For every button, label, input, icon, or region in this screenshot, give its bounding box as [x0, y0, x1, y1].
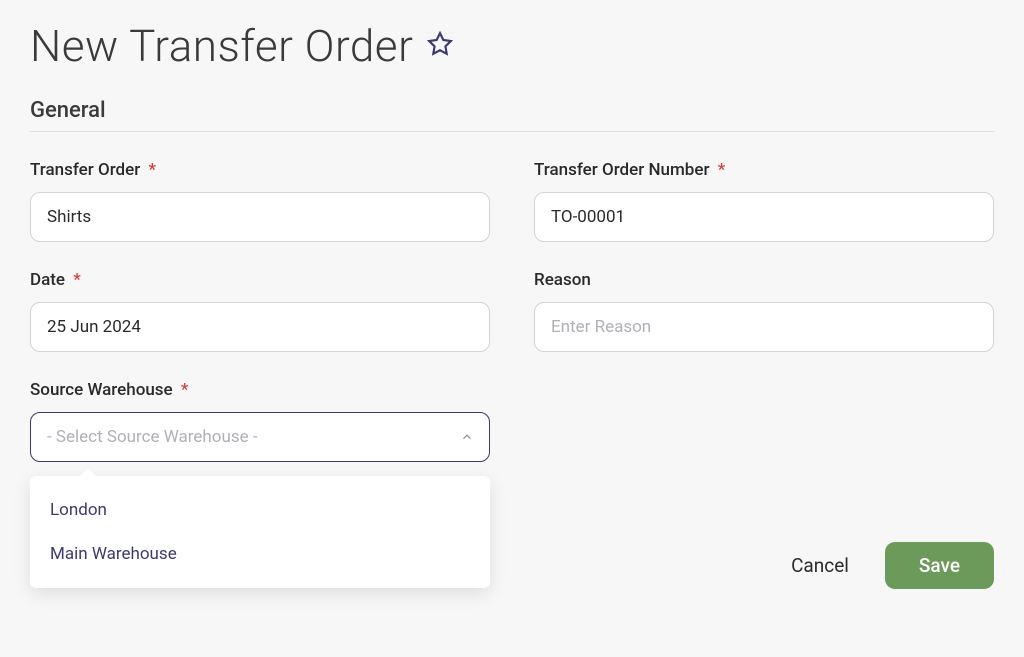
source-warehouse-select[interactable]: - Select Source Warehouse - — [30, 412, 490, 462]
reason-label-text: Reason — [534, 270, 591, 290]
required-marker: * — [181, 380, 189, 400]
source-warehouse-label-text: Source Warehouse — [30, 380, 173, 400]
favorite-star-icon[interactable] — [427, 31, 453, 61]
cancel-button[interactable]: Cancel — [783, 544, 857, 587]
section-general-title: General — [30, 98, 994, 123]
transfer-order-number-label: Transfer Order Number * — [534, 160, 994, 180]
transfer-order-label: Transfer Order * — [30, 160, 490, 180]
dropdown-option-london[interactable]: London — [30, 488, 490, 532]
dropdown-option-main-warehouse[interactable]: Main Warehouse — [30, 532, 490, 576]
date-label: Date * — [30, 270, 490, 290]
reason-label: Reason — [534, 270, 994, 290]
dropdown-arrow — [80, 468, 96, 476]
chevron-up-icon — [460, 430, 474, 444]
reason-input[interactable] — [534, 302, 994, 352]
section-divider — [30, 131, 994, 132]
transfer-order-number-label-text: Transfer Order Number — [534, 160, 709, 180]
source-warehouse-label: Source Warehouse * — [30, 380, 490, 400]
required-marker: * — [718, 160, 726, 180]
required-marker: * — [73, 270, 81, 290]
date-label-text: Date — [30, 270, 65, 290]
date-input[interactable] — [30, 302, 490, 352]
source-warehouse-dropdown: London Main Warehouse — [30, 476, 490, 588]
source-warehouse-placeholder: - Select Source Warehouse - — [47, 427, 258, 447]
transfer-order-label-text: Transfer Order — [30, 160, 140, 180]
required-marker: * — [149, 160, 157, 180]
save-button[interactable]: Save — [885, 542, 994, 589]
transfer-order-input[interactable] — [30, 192, 490, 242]
page-title: New Transfer Order — [30, 20, 413, 72]
transfer-order-number-input[interactable] — [534, 192, 994, 242]
